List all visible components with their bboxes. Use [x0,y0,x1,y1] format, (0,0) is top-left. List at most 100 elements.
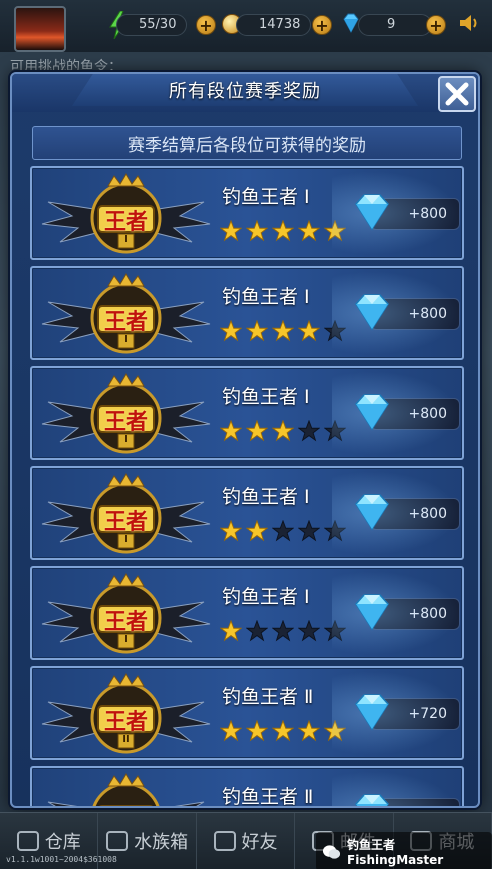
star-empty-icon [298,620,320,642]
rank-badge-icon: 王者II [38,772,214,806]
diamond-counter: 9 [358,14,433,36]
rank-badge-text: 王者 [103,610,148,635]
star-filled-icon [272,320,294,342]
star-filled-icon [246,320,268,342]
star-filled-icon [272,720,294,742]
rank-reward-row: 王者 I 钓鱼王者 Ⅰ +800 [30,166,464,260]
star-filled-icon [220,520,242,542]
star-filled-icon [298,720,320,742]
season-rewards-modal: 所有段位赛季奖励 赛季结算后各段位可获得的奖励 王者 I 钓鱼王者 Ⅰ +800 王者 I… [10,72,480,808]
rank-reward-row: 王者 I 钓鱼王者 Ⅰ +800 [30,366,464,460]
star-filled-icon [298,220,320,242]
diamond-reward-icon [348,692,396,732]
rank-reward-row: 王者 I 钓鱼王者 Ⅰ +800 [30,566,464,660]
rank-badge-icon: 王者 I [38,572,214,656]
watermark: 钓鱼王者FishingMaster [316,832,492,869]
star-empty-icon [324,420,346,442]
star-filled-icon [220,420,242,442]
add-energy-button[interactable]: + [196,15,216,35]
rank-badge-text: 王者 [103,410,148,435]
top-resource-bar: 55/30 + 14738 + 9 + [0,0,492,52]
rank-reward-row: 王者 II 钓鱼王者 Ⅱ +720 [30,666,464,760]
star-filled-icon [298,320,320,342]
diamond-value: 9 [358,14,433,36]
friends-icon [213,831,236,851]
rank-reward-row: 王者 I 钓鱼王者 Ⅰ +800 [30,466,464,560]
star-filled-icon [246,720,268,742]
rank-name: 钓鱼王者 Ⅱ [222,786,314,808]
rank-name: 钓鱼王者 Ⅱ [222,686,314,708]
star-filled-icon [324,220,346,242]
rank-name: 钓鱼王者 Ⅰ [222,486,310,508]
close-button[interactable] [438,76,476,112]
version-text: v1.1.1w1001~2004$361008 [6,855,117,864]
watermark-text: 钓鱼王者FishingMaster [347,838,444,867]
aquarium-icon [106,831,129,851]
rank-badge-icon: 王者 I [38,172,214,256]
rank-stars [220,720,346,742]
rank-tier-mark: I [124,334,128,345]
star-filled-icon [272,420,294,442]
rank-badge-text: 王者 [98,804,154,806]
add-diamonds-button[interactable]: + [426,15,446,35]
diamond-reward-icon [348,292,396,332]
add-coins-button[interactable]: + [312,15,332,35]
rank-badge-icon: 王者 I [38,472,214,556]
star-filled-icon [246,220,268,242]
avatar[interactable] [14,6,66,52]
diamond-reward-icon [348,492,396,532]
energy-counter: 55/30 [116,14,188,36]
star-filled-icon [220,220,242,242]
star-filled-icon [220,320,242,342]
rank-badge-icon: 王者II [38,672,214,756]
rank-stars [220,420,346,442]
star-filled-icon [272,220,294,242]
star-filled-icon [246,520,268,542]
rank-stars [220,220,346,242]
rank-name: 钓鱼王者 Ⅰ [222,586,310,608]
modal-subtitle: 赛季结算后各段位可获得的奖励 [32,126,462,160]
coin-counter: 14738 [236,14,312,36]
rank-badge-icon: 王者 I [38,372,214,456]
star-empty-icon [272,520,294,542]
speaker-icon[interactable] [458,12,480,34]
rank-tier-mark: I [124,534,128,545]
star-empty-icon [324,320,346,342]
rank-badge-text: 王者 [103,710,148,735]
star-empty-icon [246,620,268,642]
rank-badge-text: 王者 [103,510,148,535]
diamond-reward-icon [348,592,396,632]
star-empty-icon [324,620,346,642]
coin-value: 14738 [236,14,312,36]
diamond-reward-icon [348,392,396,432]
star-filled-icon [246,420,268,442]
rank-badge-text: 王者 [103,310,148,335]
rank-stars [220,520,346,542]
rank-reward-row: 王者II 钓鱼王者 Ⅱ [30,766,464,808]
rank-tier-mark: II [122,734,130,745]
diamond-reward-icon [348,192,396,232]
star-empty-icon [272,620,294,642]
rank-badge-icon: 王者 I [38,272,214,356]
energy-value: 55/30 [116,14,188,36]
nav-item-label: 仓库 [44,832,81,853]
star-empty-icon [324,520,346,542]
rank-reward-list[interactable]: 王者 I 钓鱼王者 Ⅰ +800 王者 I 钓鱼王者 Ⅰ +800 王者 I 钓鱼王者 Ⅰ +800 王… [30,166,464,808]
rank-tier-mark: I [124,234,128,245]
rank-name: 钓鱼王者 Ⅰ [222,186,310,208]
rank-stars [220,320,346,342]
wechat-logo-icon [322,844,341,859]
rank-tier-mark: I [124,634,128,645]
rank-stars [220,620,346,642]
rank-reward-row: 王者 I 钓鱼王者 Ⅰ +800 [30,266,464,360]
nav-item-label: 好友 [241,832,278,853]
rank-name: 钓鱼王者 Ⅰ [222,286,310,308]
star-filled-icon [220,720,242,742]
nav-item-label: 水族箱 [134,832,189,853]
rank-name: 钓鱼王者 Ⅰ [222,386,310,408]
nav-item-friends[interactable]: 好友 [197,813,296,869]
star-filled-icon [324,720,346,742]
star-empty-icon [298,520,320,542]
close-icon [445,82,469,106]
modal-title: 所有段位赛季奖励 [72,74,418,106]
